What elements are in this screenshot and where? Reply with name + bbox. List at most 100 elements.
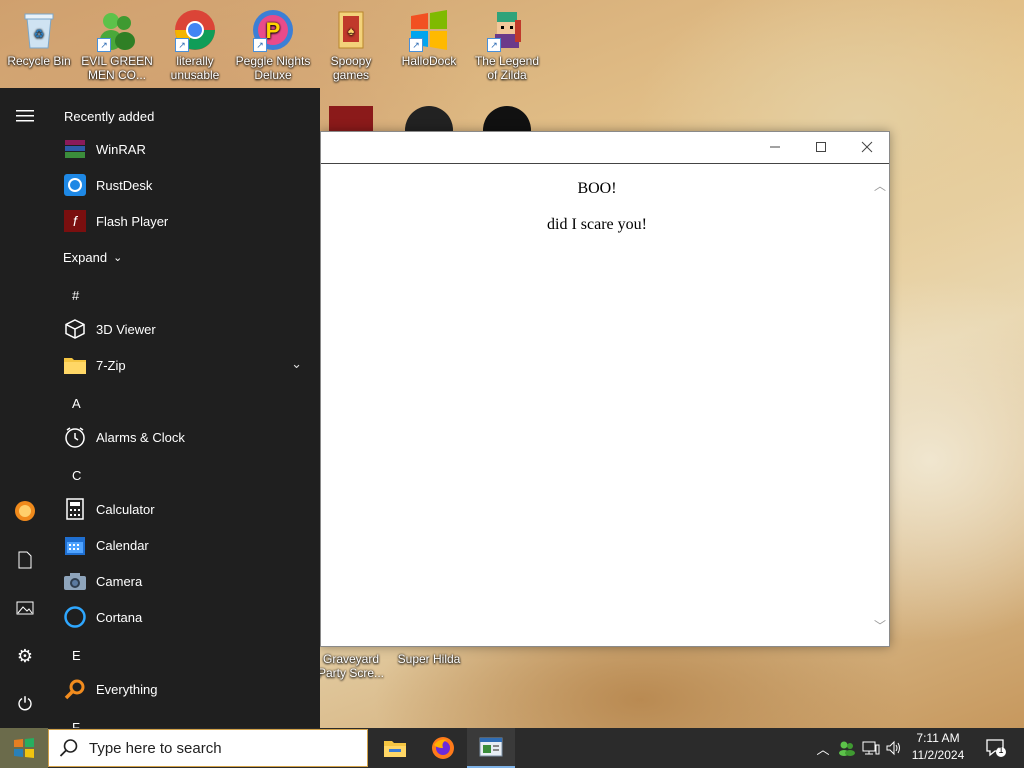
taskbar-firefox[interactable] xyxy=(419,728,467,768)
taskbar: Type here to search ︿ 7:11 AM 11/2/2024 … xyxy=(0,728,1024,768)
desktop-icon-evil-green-men[interactable]: ↗ EVIL GREEN MEN CO... xyxy=(79,2,155,82)
vertical-scrollbar[interactable]: ︿ ﹀ xyxy=(871,164,889,644)
power-icon: ⏻ xyxy=(17,693,33,714)
app-item-label: Flash Player xyxy=(96,213,169,229)
shortcut-arrow-icon: ↗ xyxy=(97,38,111,52)
recycle-bin-icon: ♻ xyxy=(17,8,61,52)
taskbar-active-app[interactable] xyxy=(467,728,515,768)
clock-time: 7:11 AM xyxy=(916,731,960,745)
desktop-icon-hallodock[interactable]: ↗ HalloDock xyxy=(391,2,467,68)
section-letter-e[interactable]: E xyxy=(50,637,320,673)
hamburger-menu-button[interactable] xyxy=(10,101,40,131)
app-item-label: WinRAR xyxy=(96,141,146,157)
pictures-icon xyxy=(16,601,34,615)
app-item-cortana[interactable]: Cortana xyxy=(50,599,320,635)
documents-button[interactable] xyxy=(10,545,40,575)
desktop-icon-graveyard[interactable]: Graveyard Party Scre... xyxy=(313,652,389,680)
app-item-winrar[interactable]: WinRAR xyxy=(50,131,320,167)
power-button[interactable]: ⏻ xyxy=(10,689,40,719)
windows-start-icon xyxy=(14,738,34,758)
desktop-icon-label: literally unusable xyxy=(170,54,220,82)
desktop-icon-legend-of-zilda[interactable]: ↗ The Legend of Zilda xyxy=(469,2,545,82)
speaker-icon xyxy=(886,740,900,756)
user-account-button[interactable] xyxy=(10,496,40,526)
desktop-icon-spoopy-games[interactable]: ♠ Spoopy games xyxy=(313,2,389,82)
desktop-icon-super-hilda[interactable]: Super Hilda xyxy=(391,652,467,666)
dark-app-icon[interactable] xyxy=(405,106,453,131)
section-letter-f[interactable]: F xyxy=(50,709,320,729)
document-content: BOO! did I scare you! xyxy=(321,164,873,644)
app-item-3d-viewer[interactable]: 3D Viewer xyxy=(50,311,320,347)
app-item-rustdesk[interactable]: RustDesk xyxy=(50,167,320,203)
app-item-7zip[interactable]: 7-Zip ⌄ xyxy=(50,347,320,383)
pictures-button[interactable] xyxy=(10,593,40,623)
tray-volume-button[interactable] xyxy=(884,738,904,758)
flash-game-icon[interactable] xyxy=(329,106,373,131)
file-explorer-icon xyxy=(384,741,406,757)
minimize-icon xyxy=(770,146,780,148)
chevron-down-icon[interactable]: ⌄ xyxy=(291,356,302,372)
winrar-icon xyxy=(63,137,87,161)
show-hidden-icons-button[interactable]: ︿ xyxy=(813,738,833,758)
desktop-icon-label: Spoopy games xyxy=(330,54,372,82)
section-letter-a[interactable]: A xyxy=(50,385,320,421)
app-item-label: 7-Zip xyxy=(96,357,126,373)
document-window[interactable]: BOO! did I scare you! ︿ ﹀ xyxy=(320,131,890,647)
app-item-calendar[interactable]: Calendar xyxy=(50,527,320,563)
evil-green-men-icon: ↗ xyxy=(95,8,139,52)
tray-network-button[interactable] xyxy=(861,738,881,758)
tray-people-button[interactable] xyxy=(837,738,857,758)
taskbar-clock[interactable]: 7:11 AM 11/2/2024 xyxy=(902,730,974,766)
start-app-list: Recently added WinRAR RustDesk f Flash P… xyxy=(50,88,320,729)
app-item-alarms-clock[interactable]: Alarms & Clock xyxy=(50,419,320,455)
close-button[interactable] xyxy=(844,132,890,162)
app-item-calculator[interactable]: Calculator xyxy=(50,491,320,527)
desktop-icon-recycle-bin[interactable]: ♻ Recycle Bin xyxy=(1,2,77,68)
app-item-label: RustDesk xyxy=(96,177,153,193)
user-avatar-icon xyxy=(15,501,35,521)
minimize-button[interactable] xyxy=(752,132,798,162)
settings-button[interactable]: ⚙ xyxy=(10,641,40,671)
rustdesk-icon xyxy=(63,173,87,197)
document-heading: BOO! xyxy=(577,180,617,197)
chevron-down-icon: ⌄ xyxy=(113,251,123,264)
flash-player-icon: f xyxy=(63,209,87,233)
shortcut-arrow-icon: ↗ xyxy=(175,38,189,52)
section-letter-hash[interactable]: # xyxy=(50,277,320,313)
camera-icon xyxy=(63,569,87,593)
app-item-label: 3D Viewer xyxy=(96,321,156,337)
chevron-up-icon: ︿ xyxy=(816,741,830,757)
folder-icon xyxy=(63,353,87,377)
svg-text:♻: ♻ xyxy=(34,27,45,41)
scroll-up-icon[interactable]: ︿ xyxy=(873,178,887,193)
maximize-icon xyxy=(816,142,826,152)
desktop-icon-literally-unusable[interactable]: ↗ literally unusable xyxy=(157,2,233,82)
search-icon xyxy=(59,739,78,757)
desktop-icon-peggle[interactable]: P ↗ Peggle Nights Deluxe xyxy=(235,2,311,82)
window-titlebar[interactable] xyxy=(321,132,889,164)
maximize-button[interactable] xyxy=(798,132,844,162)
action-center-button[interactable]: 1 xyxy=(983,738,1009,758)
section-letter-c[interactable]: C xyxy=(50,457,320,493)
yashma-icon[interactable] xyxy=(483,106,531,131)
peggle-icon: P ↗ xyxy=(251,8,295,52)
svg-text:P: P xyxy=(266,18,281,43)
cortana-icon xyxy=(63,605,87,629)
desktop-icon-label: EVIL GREEN MEN CO... xyxy=(81,54,153,82)
search-placeholder: Type here to search xyxy=(89,739,222,757)
desktop-icon-label: Graveyard Party Scre... xyxy=(317,652,385,680)
close-icon xyxy=(861,141,873,153)
app-item-flash-player[interactable]: f Flash Player xyxy=(50,203,320,239)
app-item-everything[interactable]: Everything xyxy=(50,671,320,707)
taskbar-search-box[interactable]: Type here to search xyxy=(48,729,368,767)
app-item-label: Everything xyxy=(96,681,158,697)
expand-button[interactable]: Expand ⌄ xyxy=(50,239,320,275)
start-menu-rail: ⚙ ⏻ xyxy=(0,88,50,728)
svg-text:♠: ♠ xyxy=(348,24,355,38)
taskbar-file-explorer[interactable] xyxy=(371,728,419,768)
scroll-down-icon[interactable]: ﹀ xyxy=(873,618,887,633)
start-button[interactable] xyxy=(0,728,48,768)
people-icon xyxy=(839,741,855,756)
windows-logo-icon: ↗ xyxy=(407,8,451,52)
app-item-camera[interactable]: Camera xyxy=(50,563,320,599)
